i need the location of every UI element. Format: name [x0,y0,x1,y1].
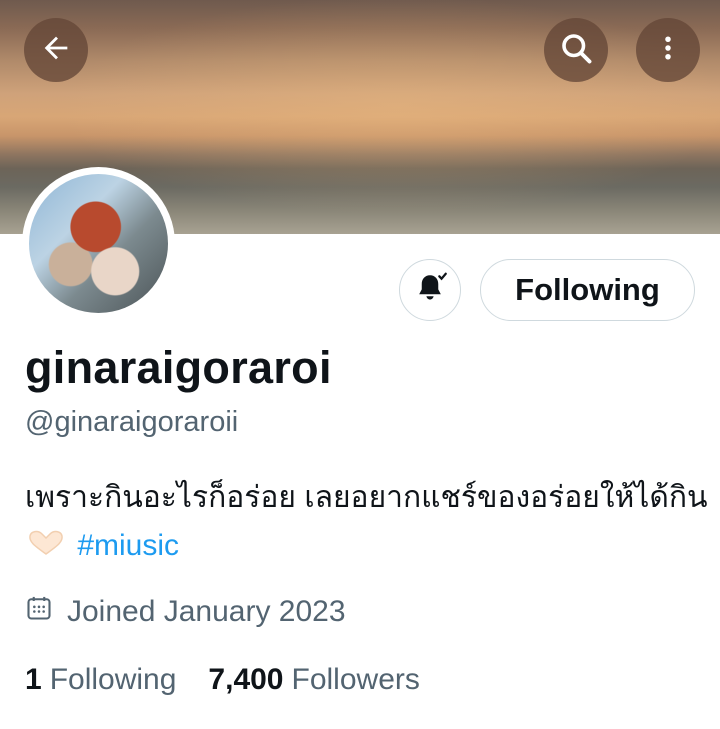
follow-stats: 1 Following 7,400 Followers [25,663,420,697]
followers-stat[interactable]: 7,400 Followers [208,663,419,697]
search-button[interactable] [544,18,608,82]
back-button[interactable] [24,18,88,82]
following-button[interactable]: Following [480,259,695,321]
arrow-left-icon [39,31,73,70]
following-stat[interactable]: 1 Following [25,663,176,697]
search-icon [558,30,594,71]
following-label: Following [49,663,177,696]
more-vertical-icon [653,31,683,70]
more-options-button[interactable] [636,18,700,82]
calendar-icon [25,594,53,630]
hashtag-link[interactable]: #miusic [77,529,179,562]
profile-bio: เพราะกินอะไรก็อร่อย เลยอยากแชร์ของอร่อยใ… [25,474,715,571]
joined-date: Joined January 2023 [25,594,346,630]
followers-label: Followers [291,663,420,696]
avatar-frame[interactable] [22,167,175,320]
following-count: 1 [25,663,42,696]
bell-subscribed-icon [412,270,448,311]
joined-text: Joined January 2023 [67,595,346,628]
followers-count: 7,400 [208,663,284,696]
bio-text: เพราะกินอะไรก็อร่อย เลยอยากแชร์ของอร่อยใ… [25,481,708,514]
display-name: ginaraigoraroi [25,342,332,393]
user-handle: @ginaraigoraroii [25,406,239,438]
heart-hands-icon [27,523,65,571]
avatar[interactable] [29,174,168,313]
notifications-button[interactable] [399,259,461,321]
